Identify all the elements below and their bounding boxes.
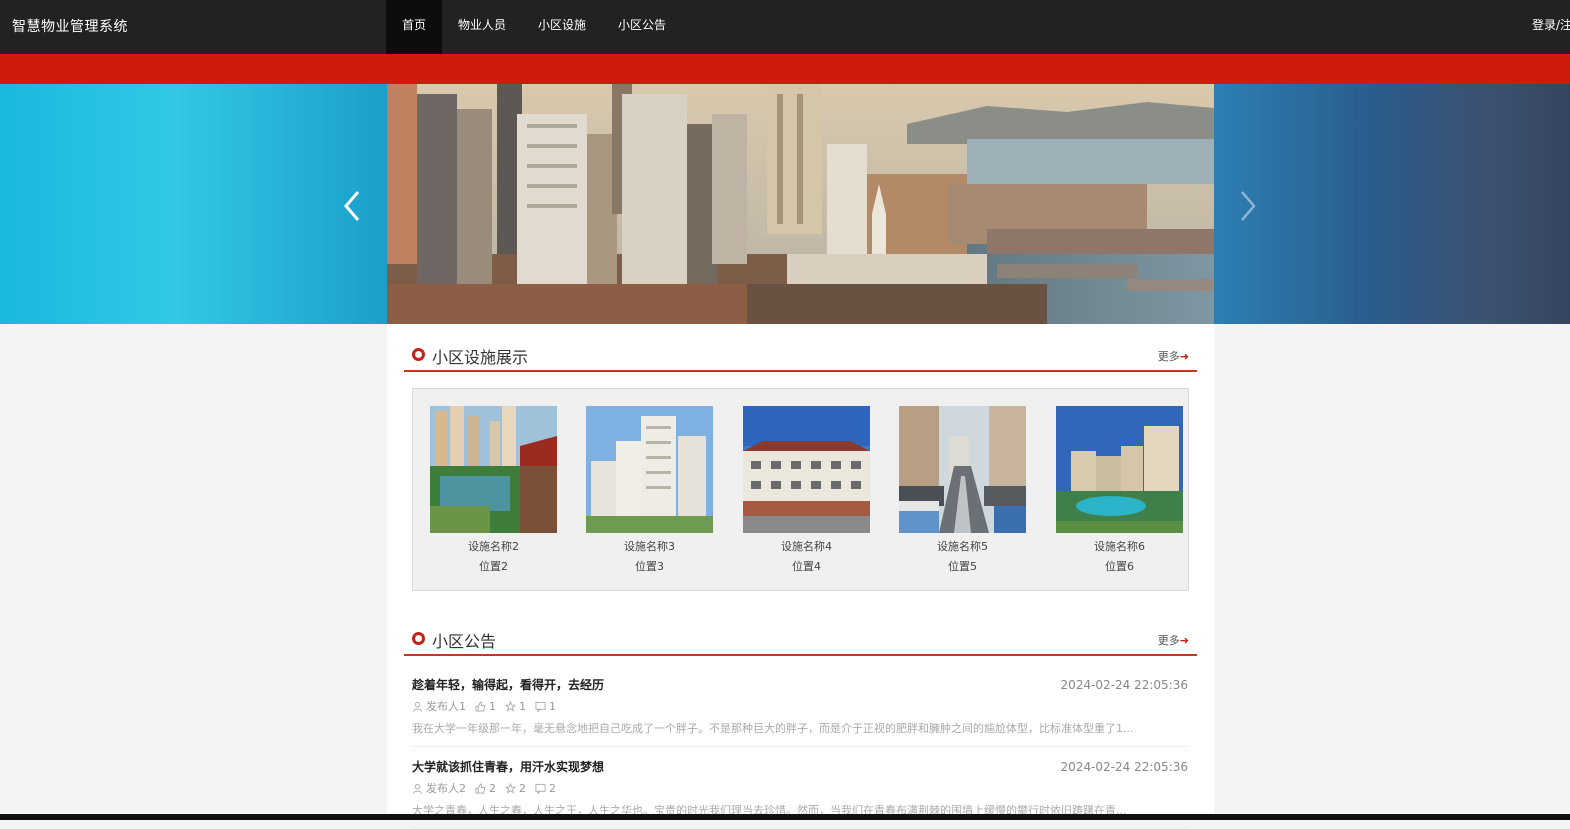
facilities-section-header: 小区设施展示 更多➜ xyxy=(404,324,1197,372)
facility-card[interactable]: 设施名称3 位置3 xyxy=(586,406,713,574)
city-skyline-image xyxy=(387,84,1214,324)
main-nav: 首页 物业人员 小区设施 小区公告 xyxy=(386,0,682,54)
notice-title[interactable]: 大学就该抓住青春，用汗水实现梦想 xyxy=(412,758,604,775)
arrow-right-icon: ➜ xyxy=(1179,350,1189,363)
notice-likes: 2 xyxy=(489,781,496,795)
banner-side-left xyxy=(0,84,387,324)
more-label: 更多 xyxy=(1157,350,1180,363)
facility-image xyxy=(899,406,1026,533)
nav-item-staff[interactable]: 物业人员 xyxy=(442,0,522,54)
nav-item-notices[interactable]: 小区公告 xyxy=(602,0,682,54)
notices-section-title: 小区公告 xyxy=(432,632,497,651)
notice-favorites: 2 xyxy=(519,781,526,795)
login-register-link[interactable]: 登录/注 xyxy=(1532,16,1570,33)
facility-card[interactable]: 设施名称4 位置4 xyxy=(743,406,870,574)
accent-bar xyxy=(0,54,1570,84)
facility-card[interactable]: 设施名称5 位置5 xyxy=(899,406,1026,574)
notice-meta: 发布人1 1 1 1 xyxy=(412,698,565,714)
main-content: 小区设施展示 更多➜ 设施名称2 位置2 设施名称3 位置3 设施名称4 位置4… xyxy=(387,324,1214,829)
notice-likes: 1 xyxy=(489,699,496,713)
notice-date: 2024-02-24 22:05:36 xyxy=(1060,760,1188,774)
facility-image xyxy=(430,406,557,533)
facility-location: 位置4 xyxy=(792,560,821,573)
facility-image xyxy=(586,406,713,533)
more-label: 更多 xyxy=(1157,634,1180,647)
arrow-right-icon: ➜ xyxy=(1179,634,1189,647)
facilities-list: 设施名称2 位置2 设施名称3 位置3 设施名称4 位置4 设施名称5 位置5 … xyxy=(412,388,1189,591)
top-navbar: 智慧物业管理系统 首页 物业人员 小区设施 小区公告 登录/注 xyxy=(0,0,1570,54)
notice-comments: 2 xyxy=(549,781,556,795)
facility-card[interactable]: 设施名称6 位置6 xyxy=(1056,406,1183,574)
user-icon xyxy=(412,783,423,794)
facility-card[interactable]: 设施名称2 位置2 xyxy=(430,406,557,574)
banner-side-right xyxy=(1214,84,1570,324)
section-bullet-icon xyxy=(412,632,425,645)
facilities-section-title: 小区设施展示 xyxy=(432,348,529,367)
star-icon xyxy=(505,782,516,794)
notice-favorites: 1 xyxy=(519,699,526,713)
notice-author: 发布人2 xyxy=(426,782,466,795)
bottom-edge xyxy=(0,814,1570,820)
banner-image-city[interactable] xyxy=(387,84,1214,324)
notice-excerpt: 我在大学一年级那一年，毫无悬念地把自己吃成了一个胖子。不是那种巨大的胖子，而是介… xyxy=(412,722,1134,735)
facility-name: 设施名称5 xyxy=(937,540,988,553)
facility-name: 设施名称2 xyxy=(468,540,519,553)
notice-author: 发布人1 xyxy=(426,700,466,713)
facility-location: 位置3 xyxy=(635,560,664,573)
carousel-next-button[interactable] xyxy=(1234,186,1264,226)
app-title[interactable]: 智慧物业管理系统 xyxy=(12,16,128,36)
facility-location: 位置6 xyxy=(1105,560,1134,573)
star-icon xyxy=(505,700,516,712)
facility-image xyxy=(1056,406,1183,533)
notice-item[interactable]: 趁着年轻，输得起，看得开，去经历 2024-02-24 22:05:36 发布人… xyxy=(412,676,1188,747)
notices-section-header: 小区公告 更多➜ xyxy=(404,608,1197,656)
facility-image xyxy=(743,406,870,533)
nav-item-home[interactable]: 首页 xyxy=(386,0,443,54)
section-bullet-icon xyxy=(412,348,425,361)
notice-title[interactable]: 趁着年轻，输得起，看得开，去经历 xyxy=(412,676,604,693)
facility-location: 位置2 xyxy=(479,560,508,573)
notice-meta: 发布人2 2 2 2 xyxy=(412,780,565,796)
chevron-right-icon xyxy=(1241,191,1256,221)
facility-name: 设施名称3 xyxy=(624,540,675,553)
thumbs-up-icon xyxy=(475,700,486,712)
facility-location: 位置5 xyxy=(948,560,977,573)
chevron-left-icon xyxy=(344,191,360,221)
comment-icon xyxy=(535,783,546,794)
notice-comments: 1 xyxy=(549,699,556,713)
thumbs-up-icon xyxy=(475,782,486,794)
comment-icon xyxy=(535,701,546,712)
user-icon xyxy=(412,701,423,712)
carousel-prev-button[interactable] xyxy=(338,186,368,226)
nav-item-facilities[interactable]: 小区设施 xyxy=(522,0,602,54)
facility-name: 设施名称4 xyxy=(781,540,832,553)
notice-date: 2024-02-24 22:05:36 xyxy=(1060,678,1188,692)
facilities-more-link[interactable]: 更多➜ xyxy=(1158,348,1189,364)
facility-name: 设施名称6 xyxy=(1094,540,1145,553)
notices-more-link[interactable]: 更多➜ xyxy=(1158,632,1189,648)
